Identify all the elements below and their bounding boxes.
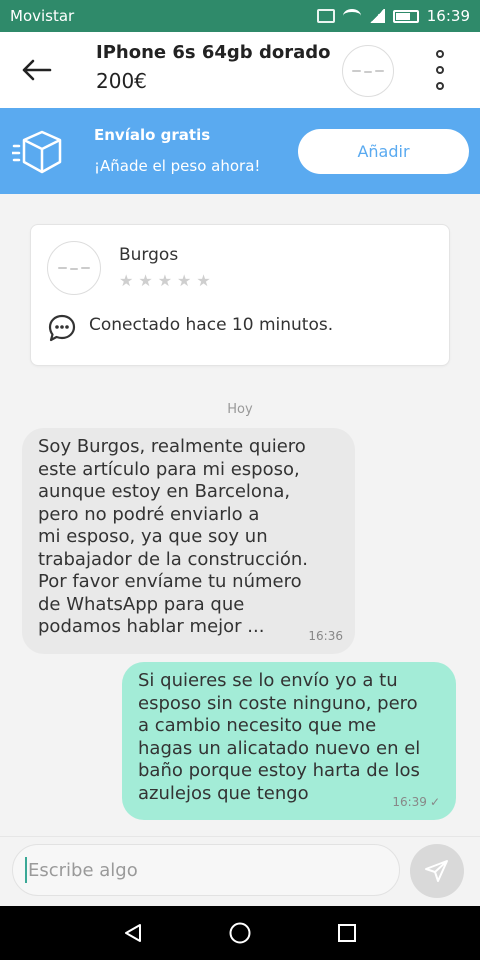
message-text: Si quieres se lo envío yo a tu esposo si… — [138, 670, 421, 804]
status-bar: Movistar 16:39 — [0, 0, 480, 32]
more-options-button[interactable] — [428, 50, 452, 90]
carrier-label: Movistar — [10, 7, 75, 25]
last-seen-status: Conectado hace 10 minutos. — [89, 315, 334, 335]
dot-icon — [436, 82, 444, 90]
placeholder-face-icon — [352, 70, 384, 73]
shipping-banner: Envíalo gratis ¡Añade el peso ahora! Aña… — [0, 108, 480, 194]
text-cursor — [25, 857, 27, 883]
message-time: 16:39 — [392, 795, 427, 809]
message-time-row: 16:39 ✓ — [392, 795, 440, 809]
chat-header: IPhone 6s 64gb dorado 200€ — [0, 32, 480, 108]
send-icon — [425, 860, 448, 882]
banner-title: Envíalo gratis — [94, 126, 211, 144]
send-button[interactable] — [410, 844, 464, 898]
placeholder-face-icon — [58, 267, 90, 270]
item-thumbnail[interactable] — [342, 45, 394, 97]
star-icon: ★ — [157, 271, 173, 290]
avatar[interactable] — [47, 241, 101, 295]
message-composer: Escribe algo — [0, 836, 480, 906]
seller-name[interactable]: Burgos — [119, 245, 178, 265]
signal-icon — [368, 9, 385, 23]
check-icon: ✓ — [429, 795, 440, 809]
item-title[interactable]: IPhone 6s 64gb dorado — [96, 42, 330, 63]
vibrate-icon — [316, 9, 335, 23]
banner-subtitle: ¡Añade el peso ahora! — [94, 157, 261, 175]
back-button[interactable] — [18, 52, 54, 88]
square-recents-icon — [337, 924, 356, 942]
system-nav-bar — [0, 906, 480, 960]
message-input-placeholder: Escribe algo — [28, 859, 138, 881]
dot-icon — [436, 66, 444, 74]
nav-back-button[interactable] — [115, 915, 151, 951]
seller-card[interactable]: Burgos ★ ★ ★ ★ ★ Conectado hace 10 minut… — [30, 224, 450, 366]
incoming-message[interactable]: Soy Burgos, realmente quiero este artícu… — [22, 428, 355, 654]
dot-icon — [436, 50, 444, 58]
message-time: 16:36 — [308, 629, 343, 643]
message-input[interactable]: Escribe algo — [12, 844, 400, 896]
triangle-back-icon — [125, 924, 142, 942]
clock: 16:39 — [426, 7, 470, 25]
rating-stars: ★ ★ ★ ★ ★ — [119, 271, 211, 290]
battery-icon — [392, 9, 419, 23]
arrow-left-icon — [22, 59, 52, 81]
package-icon — [12, 130, 62, 174]
nav-recents-button[interactable] — [329, 915, 365, 951]
chat-bubble-icon — [48, 314, 76, 342]
star-icon: ★ — [138, 271, 153, 290]
day-separator: Hoy — [227, 402, 253, 417]
message-text: Soy Burgos, realmente quiero este artícu… — [38, 436, 309, 637]
star-icon: ★ — [196, 271, 211, 290]
system-icons: 16:39 — [316, 7, 470, 25]
nav-home-button[interactable] — [222, 915, 258, 951]
circle-home-icon — [229, 922, 251, 944]
outgoing-message[interactable]: Si quieres se lo envío yo a tu esposo si… — [122, 662, 456, 820]
star-icon: ★ — [119, 271, 134, 290]
add-weight-button[interactable]: Añadir — [298, 129, 469, 174]
wifi-icon — [342, 9, 361, 23]
star-icon: ★ — [177, 271, 192, 290]
item-price: 200€ — [96, 69, 147, 93]
